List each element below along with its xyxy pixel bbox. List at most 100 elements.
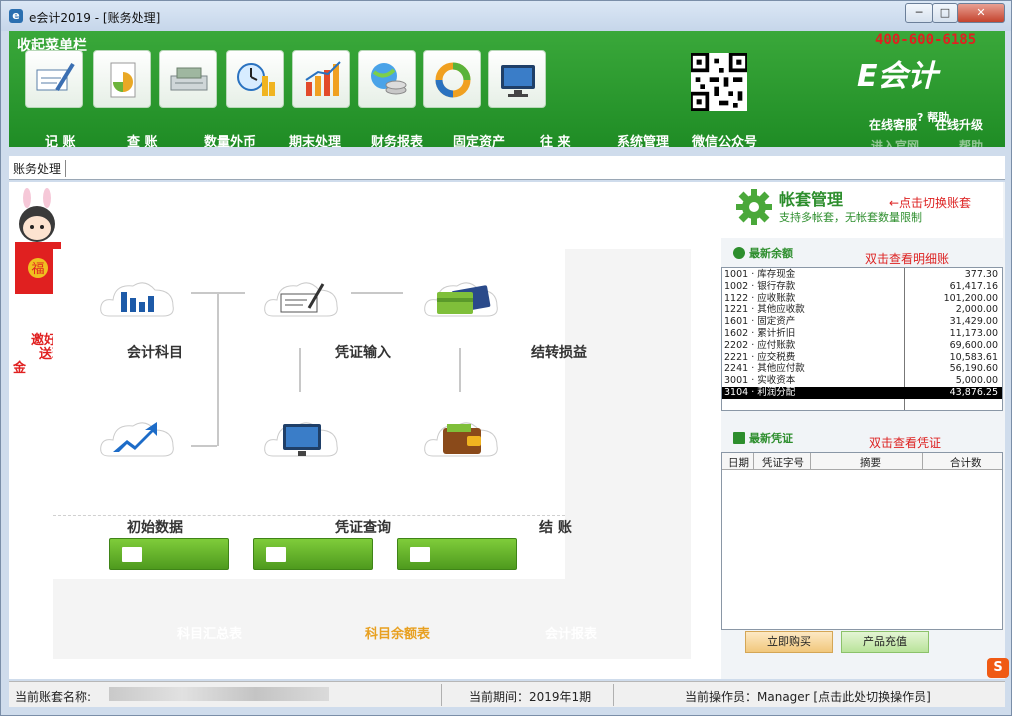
qr-code-icon[interactable] [691, 53, 747, 111]
col-date[interactable]: 日期 [728, 455, 749, 470]
accounting-report-label[interactable]: 会计报表 [545, 623, 597, 642]
current-operator[interactable]: 当前操作员：Manager [点击此处切换操作员] [685, 688, 931, 705]
tool-bookkeeping-button[interactable] [25, 50, 83, 108]
subjects-label[interactable]: 会计科目 [127, 342, 183, 362]
tab-accounting[interactable]: 账务处理 [13, 160, 67, 177]
balance-amount: 56,190.60 [949, 363, 998, 375]
close-books-icon[interactable] [423, 418, 501, 458]
tool-label-wechat[interactable]: 微信公众号 [692, 131, 757, 147]
balance-row[interactable]: 1122 · 应收账款 101,200.00 [722, 293, 1002, 305]
tool-period-end-button[interactable] [226, 50, 284, 108]
cash-register-icon [170, 67, 208, 91]
voucher-input-label[interactable]: 凭证输入 [335, 342, 391, 362]
balance-account: 2202 · 应付账款 [724, 339, 796, 351]
official-site-link[interactable]: 进入官网 [871, 137, 919, 147]
voucher-query-label[interactable]: 凭证查询 [335, 517, 391, 537]
transfer-pl-label[interactable]: 结转损益 [531, 342, 587, 362]
tool-query-button[interactable] [93, 50, 151, 108]
balance-row[interactable]: 1602 · 累计折旧 11,173.00 [722, 328, 1002, 340]
pen-document-icon [36, 62, 75, 92]
initial-data-icon[interactable] [99, 418, 177, 458]
balance-amount: 10,583.61 [949, 351, 998, 363]
sogou-ime-icon[interactable]: S [987, 658, 1009, 678]
tool-financial-report-button[interactable] [292, 50, 350, 108]
tool-label-period-end[interactable]: 期末处理 [289, 131, 341, 147]
col-total[interactable]: 合计数 [950, 455, 982, 470]
balance-row[interactable]: 1002 · 银行存款 61,417.16 [722, 281, 1002, 293]
tool-system-management-button[interactable] [488, 50, 546, 108]
balance-account: 3104 · 利润分配 [724, 387, 796, 398]
balance-row[interactable]: 2202 · 应付账款 69,600.00 [722, 340, 1002, 352]
subject-summary-button[interactable] [109, 538, 229, 570]
minimize-button[interactable]: ─ [905, 3, 933, 23]
title-bar[interactable]: e e会计2019 - [账务处理] ─ □ ✕ [1, 1, 1011, 31]
balance-hint: 双击查看明细账 [865, 252, 950, 266]
balance-row[interactable]: 3001 · 实收资本 5,000.00 [722, 375, 1002, 387]
balance-row[interactable]: 3104 · 利润分配 43,876.25 [722, 387, 1002, 399]
tool-label-receivables-payables[interactable]: 往 来 [540, 131, 571, 147]
buy-now-button[interactable]: 立即购买 [745, 631, 833, 653]
app-window: e e会计2019 - [账务处理] ─ □ ✕ 收起菜单栏 400-600-6… [0, 0, 1012, 716]
account-set-subtitle: 支持多帐套，无帐套数量限制 [779, 211, 922, 224]
tool-label-bookkeeping[interactable]: 记 账 [45, 131, 76, 147]
table-icon [410, 547, 430, 562]
subjects-icon[interactable] [99, 278, 177, 318]
balance-account: 1221 · 其他应收款 [724, 304, 805, 316]
brand-logo: E会计 [857, 59, 938, 94]
balance-row[interactable]: 2221 · 应交税费 10,583.61 [722, 352, 1002, 364]
subject-balance-label[interactable]: 科目余额表 [365, 623, 430, 642]
svg-text:福: 福 [31, 262, 44, 277]
tool-receivables-payables-button[interactable] [423, 50, 481, 108]
voucher-list[interactable]: 日期 凭证字号 摘要 合计数 [721, 452, 1003, 630]
tool-fixed-assets-button[interactable] [358, 50, 416, 108]
balance-account: 3001 · 实收资本 [724, 375, 796, 387]
balance-amount: 2,000.00 [955, 304, 998, 316]
maximize-button[interactable]: □ [932, 3, 958, 23]
balance-amount: 61,417.16 [949, 280, 998, 292]
balance-row[interactable]: 2241 · 其他应付款 56,190.60 [722, 363, 1002, 375]
gear-icon [736, 189, 772, 225]
close-books-label[interactable]: 结 账 [539, 517, 572, 537]
close-button[interactable]: ✕ [957, 3, 1005, 23]
balance-row[interactable]: 1001 · 库存现金 377.30 [722, 269, 1002, 281]
balance-account: 1601 · 固定资产 [724, 316, 796, 328]
voucher-input-icon[interactable] [263, 278, 341, 318]
balance-list[interactable]: 1001 · 库存现金 377.30 1002 · 银行存款 61,417.16 112… [721, 267, 1003, 411]
balance-row[interactable]: 1221 · 其他应收款 2,000.00 [722, 304, 1002, 316]
tool-label-query[interactable]: 查 账 [127, 131, 158, 147]
latest-balance-heading: 最新余额 [733, 245, 793, 261]
balance-row[interactable]: 1601 · 固定资产 31,429.00 [722, 316, 1002, 328]
recharge-button[interactable]: 产品充值 [841, 631, 929, 653]
transfer-pl-icon[interactable] [423, 278, 501, 318]
tool-label-fixed-assets[interactable]: 固定资产 [453, 131, 505, 147]
tool-quantity-currency-button[interactable] [159, 50, 217, 108]
window-title: e会计2019 - [账务处理] [29, 11, 161, 25]
online-upgrade-link[interactable]: 在线升级 [935, 116, 983, 133]
online-service-link[interactable]: 在线客服 [869, 116, 917, 133]
tool-label-system-management[interactable]: 系统管理 [617, 131, 669, 147]
balance-amount: 31,429.00 [949, 316, 998, 328]
account-set-title: 帐套管理 [779, 190, 844, 209]
tool-label-quantity-currency[interactable]: 数量外币 [204, 131, 256, 147]
accounting-report-button[interactable] [397, 538, 517, 570]
pie-document-icon [110, 62, 136, 98]
current-period: 当前期间：2019年1期 [469, 690, 592, 704]
account-set-name-label: 当前账套名称: [15, 690, 92, 704]
initial-data-label[interactable]: 初始数据 [127, 517, 183, 537]
help-link-secondary[interactable]: 帮助 [959, 137, 983, 147]
balance-amount: 377.30 [964, 269, 998, 280]
subject-balance-button[interactable] [253, 538, 373, 570]
voucher-query-icon[interactable] [263, 418, 341, 458]
tool-label-financial-report[interactable]: 财务报表 [371, 131, 423, 147]
account-set-panel[interactable]: 帐套管理 ←点击切换账套 支持多帐套，无帐套数量限制 [721, 182, 1003, 238]
status-bar: 当前账套名称: 当前期间：2019年1期 当前操作员：Manager [点击此处… [9, 681, 1005, 707]
col-voucher-no[interactable]: 凭证字号 [762, 455, 804, 470]
voucher-icon [733, 432, 745, 444]
workflow-panel: 福 邀好友 送现 金 会计科目 凭证输入 结转损益 初始数据 凭证查询 结 账 … [9, 182, 721, 679]
col-summary[interactable]: 摘要 [860, 455, 881, 470]
subject-summary-label[interactable]: 科目汇总表 [177, 623, 242, 642]
dollar-icon [733, 247, 745, 259]
latest-voucher-heading: 最新凭证 [733, 430, 793, 446]
latest-balance-label: 最新余额 [749, 247, 793, 260]
balance-amount: 101,200.00 [943, 292, 998, 304]
